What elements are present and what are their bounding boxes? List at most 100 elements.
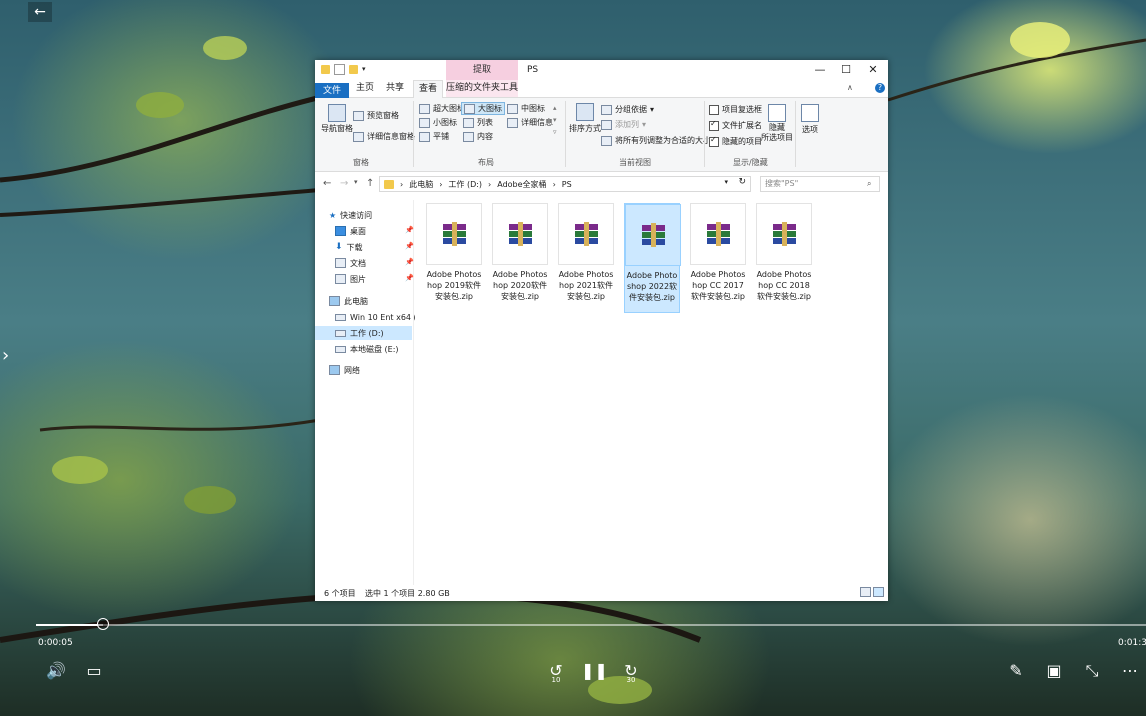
chevron-right-icon[interactable]: › <box>2 345 9 366</box>
forward-icon[interactable]: → <box>340 178 348 189</box>
star-icon: ★ <box>329 210 337 220</box>
layout-list[interactable]: 列表 <box>463 117 493 128</box>
file-item[interactable]: Adobe Photoshop 2021软件安装包.zip <box>558 203 614 313</box>
fit-columns-icon <box>601 135 612 146</box>
current-time: 0:00:05 <box>38 638 73 648</box>
search-input[interactable]: 搜索"PS" <box>760 176 880 192</box>
small-icons-icon <box>419 117 430 128</box>
group-by-icon <box>601 104 612 115</box>
fullscreen-icon[interactable]: ⤡ <box>1080 660 1104 682</box>
add-columns-button[interactable]: 添加列 ▾ <box>601 119 646 130</box>
preview-pane-button[interactable]: 预览窗格 <box>353 110 399 121</box>
nav-label: 下载 <box>346 242 363 252</box>
breadcrumb-this-pc[interactable]: 此电脑 <box>409 179 433 190</box>
help-icon[interactable]: ? <box>875 83 885 93</box>
nav-drive-d[interactable]: 工作 (D:) <box>315 326 412 340</box>
nav-pane-button[interactable]: 导航窗格 <box>321 104 353 134</box>
group-by-button[interactable]: 分组依据 ▾ <box>601 104 654 115</box>
checkbox[interactable] <box>709 104 719 115</box>
details-view-icon[interactable] <box>860 587 871 597</box>
item-checkboxes-toggle[interactable]: 项目复选框 <box>709 104 762 115</box>
file-name: Adobe Photoshop CC 2017软件安装包.zip <box>690 270 746 301</box>
layout-medium-icons[interactable]: 中图标 <box>507 103 545 114</box>
large-icons-view-icon[interactable] <box>873 587 884 597</box>
properties-icon[interactable] <box>334 64 345 75</box>
layout-details[interactable]: 详细信息 <box>507 117 553 128</box>
search-icon[interactable]: ⌕ <box>867 179 871 189</box>
file-item[interactable]: Adobe Photoshop 2019软件安装包.zip <box>426 203 482 313</box>
add-columns-icon <box>601 119 612 130</box>
nav-drive-e[interactable]: 本地磁盘 (E:) <box>335 342 399 356</box>
checkbox-checked[interactable] <box>709 119 719 131</box>
new-folder-icon[interactable] <box>349 65 358 74</box>
pause-icon[interactable]: ❚❚ <box>581 660 608 682</box>
details-pane-button[interactable]: 详细信息窗格 <box>353 131 415 142</box>
contextual-tab-extract[interactable]: 提取 <box>446 60 518 80</box>
document-icon <box>335 258 346 268</box>
file-item[interactable]: Adobe Photoshop CC 2018软件安装包.zip <box>756 203 812 313</box>
layout-scroll-arrows[interactable]: ▴ ▾ ▿ <box>553 102 557 138</box>
subtitles-icon[interactable]: ▭ <box>82 660 106 682</box>
hide-selected-button[interactable]: 隐藏 所选项目 <box>761 104 793 143</box>
breadcrumb-adobe[interactable]: Adobe全家桶 <box>497 179 546 190</box>
options-button[interactable]: 选项 <box>801 104 819 135</box>
pin-icon[interactable]: 📌 <box>405 226 414 234</box>
maximize-button[interactable]: ☐ <box>833 62 859 78</box>
up-icon[interactable]: ↑ <box>366 178 374 189</box>
nav-pictures[interactable]: 图片 <box>335 272 366 286</box>
file-extensions-label: 文件扩展名 <box>722 121 762 130</box>
tab-view[interactable]: 查看 <box>413 80 443 98</box>
chevron-down-icon[interactable]: ▾ <box>354 178 358 186</box>
file-name: Adobe Photoshop 2019软件安装包.zip <box>426 270 482 301</box>
seek-bar[interactable] <box>36 618 1146 630</box>
tab-compressed-folder-tools[interactable]: 压缩的文件夹工具 <box>446 80 518 97</box>
breadcrumb-drive-d[interactable]: 工作 (D:) <box>448 179 482 190</box>
tab-share[interactable]: 共享 <box>381 80 409 97</box>
layout-extra-large-icons[interactable]: 超大图标 <box>419 103 465 114</box>
chevron-down-icon: ▾ <box>642 120 647 129</box>
close-button[interactable]: ✕ <box>860 62 886 78</box>
more-options-icon[interactable]: ⋯ <box>1118 660 1142 682</box>
file-extensions-toggle[interactable]: 文件扩展名 <box>709 119 762 131</box>
nav-this-pc[interactable]: 此电脑 <box>329 294 368 308</box>
file-item[interactable]: Adobe Photoshop 2022软件安装包.zip <box>624 203 681 313</box>
layout-large-icons[interactable]: 大图标 <box>461 102 505 115</box>
pin-icon[interactable]: 📌 <box>405 242 414 250</box>
layout-content[interactable]: 内容 <box>463 131 493 142</box>
file-item[interactable]: Adobe Photoshop 2020软件安装包.zip <box>492 203 548 313</box>
skip-forward-button[interactable]: ↻ 30 <box>619 660 643 684</box>
pin-icon[interactable]: 📌 <box>405 258 414 266</box>
checkbox-checked[interactable] <box>709 135 719 147</box>
chevron-down-icon[interactable]: ▾ <box>362 65 371 74</box>
fit-columns-button[interactable]: 将所有列调整为合适的大小 <box>601 135 711 146</box>
add-columns-label: 添加列 <box>615 120 639 129</box>
nav-pane-icon <box>328 104 346 122</box>
skip-back-button[interactable]: ↺ 10 <box>544 660 568 684</box>
sort-by-button[interactable]: 排序方式 <box>569 103 601 134</box>
refresh-icon[interactable]: ↻ <box>738 177 746 187</box>
group-by-label: 分组依据 <box>615 105 647 114</box>
address-input[interactable]: › 此电脑 › 工作 (D:) › Adobe全家桶 › PS ▾ ↻ <box>379 176 751 192</box>
chevron-up-icon[interactable]: ∧ <box>847 83 853 92</box>
nav-downloads[interactable]: ⬇ 下载 <box>335 240 363 254</box>
breadcrumb-ps[interactable]: PS <box>562 180 572 189</box>
layout-tiles[interactable]: 平铺 <box>419 131 449 142</box>
layout-small-icons[interactable]: 小图标 <box>419 117 457 128</box>
minimize-button[interactable]: — <box>807 62 833 78</box>
seek-bar-thumb[interactable] <box>96 618 109 630</box>
nav-quick-access[interactable]: ★ 快速访问 <box>329 208 372 222</box>
back-icon[interactable]: ← <box>323 178 331 189</box>
nav-documents[interactable]: 文档 <box>335 256 366 270</box>
nav-desktop[interactable]: 桌面 <box>335 224 366 238</box>
back-arrow-icon[interactable]: ← <box>28 2 52 22</box>
file-item[interactable]: Adobe Photoshop CC 2017软件安装包.zip <box>690 203 746 313</box>
volume-icon[interactable]: 🔊 <box>44 660 68 682</box>
mini-view-icon[interactable]: ▣ <box>1042 660 1066 682</box>
hide-selected-icon <box>768 104 786 122</box>
edit-pencil-icon[interactable]: ✎ <box>1004 660 1028 682</box>
nav-network[interactable]: 网络 <box>329 363 360 377</box>
pin-icon[interactable]: 📌 <box>405 274 414 282</box>
chevron-down-icon[interactable]: ▾ <box>724 178 728 186</box>
tab-home[interactable]: 主页 <box>351 80 379 97</box>
hidden-items-toggle[interactable]: 隐藏的项目 <box>709 135 762 147</box>
